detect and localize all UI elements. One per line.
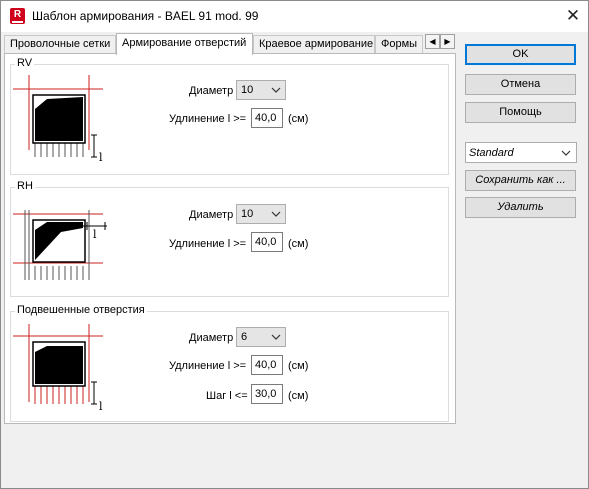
tab-label: Формы: [381, 38, 418, 50]
save-as-button[interactable]: Сохранить как ...: [465, 170, 576, 191]
unit-label: (см): [288, 360, 309, 372]
step-label: Шаг l <=: [206, 390, 248, 402]
unit-label: (см): [288, 238, 309, 250]
chevron-down-icon: [271, 334, 281, 340]
diameter-label: Диаметр: [189, 85, 234, 97]
dialog-window: R Шаблон армирования - BAEL 91 mod. 99 ✕…: [0, 0, 589, 489]
selected-value: Standard: [469, 147, 514, 159]
rv-diameter-select[interactable]: 10: [236, 80, 286, 100]
tab-label: Армирование отверстий: [122, 37, 247, 49]
tab-wire-meshes[interactable]: Проволочные сетки: [4, 35, 116, 54]
dimension-label: l: [99, 400, 103, 413]
ok-button[interactable]: OK: [465, 44, 576, 65]
rv-diagram: l: [13, 75, 103, 164]
extension-label: Удлинение l >=: [169, 113, 247, 125]
hanging-extension-input[interactable]: 40,0: [251, 355, 283, 375]
help-button[interactable]: Помощь: [465, 102, 576, 123]
rh-extension-input[interactable]: 40,0: [251, 232, 283, 252]
hanging-diagram: l: [13, 324, 103, 413]
group-rh: RH l Диаметр 10 Удлинение l >= 40,0 (см): [10, 180, 449, 297]
extension-label: Удлинение l >=: [169, 360, 247, 372]
group-title: RH: [15, 180, 35, 192]
tab-label: Краевое армирование: [259, 38, 374, 50]
tab-edge-reinforcement[interactable]: Краевое армирование: [253, 35, 375, 54]
delete-button[interactable]: Удалить: [465, 197, 576, 218]
app-logo-icon: R: [10, 8, 25, 24]
chevron-down-icon: [271, 87, 281, 93]
chevron-down-icon: [271, 211, 281, 217]
tab-label: Проволочные сетки: [10, 38, 111, 50]
tab-scroll-right-icon[interactable]: ▶: [440, 34, 455, 49]
selected-value: 10: [241, 84, 254, 96]
unit-label: (см): [288, 113, 309, 125]
selected-value: 10: [241, 208, 254, 220]
rv-extension-input[interactable]: 40,0: [251, 108, 283, 128]
hanging-step-input[interactable]: 30,0: [251, 384, 283, 404]
hanging-diameter-select[interactable]: 6: [236, 327, 286, 347]
group-title: RV: [15, 57, 35, 69]
tab-panel: RV l Диаметр 10 Удлинение l >= 40,0 (см)…: [4, 53, 456, 424]
selected-value: 6: [241, 331, 248, 343]
chevron-down-icon: [561, 150, 571, 156]
rh-diagram: l: [13, 210, 107, 280]
group-hanging-openings: Подвешенные отверстия l Диаметр 6 Удлине…: [10, 304, 449, 422]
unit-label: (см): [288, 390, 309, 402]
tab-scroll-left-icon[interactable]: ◀: [425, 34, 440, 49]
extension-label: Удлинение l >=: [169, 238, 247, 250]
tab-opening-reinforcement[interactable]: Армирование отверстий: [116, 33, 253, 55]
dimension-label: l: [99, 151, 103, 164]
group-rv: RV l Диаметр 10 Удлинение l >= 40,0 (см): [10, 57, 449, 175]
title-bar: R Шаблон армирования - BAEL 91 mod. 99 ✕: [1, 1, 588, 32]
rh-diameter-select[interactable]: 10: [236, 204, 286, 224]
standard-select[interactable]: Standard: [465, 142, 577, 163]
tab-strip: Проволочные сетки Армирование отверстий …: [4, 33, 456, 55]
cancel-button[interactable]: Отмена: [465, 74, 576, 95]
window-title: Шаблон армирования - BAEL 91 mod. 99: [32, 9, 259, 23]
diameter-label: Диаметр: [189, 332, 234, 344]
diameter-label: Диаметр: [189, 209, 234, 221]
close-icon[interactable]: ✕: [560, 4, 586, 28]
dimension-label: l: [93, 228, 97, 241]
group-title: Подвешенные отверстия: [15, 304, 147, 316]
tab-shapes[interactable]: Формы: [375, 35, 423, 54]
